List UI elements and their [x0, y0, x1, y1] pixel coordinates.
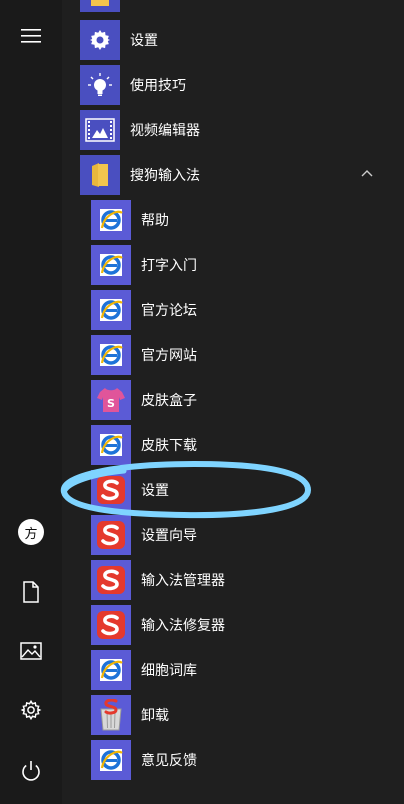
start-left-rail: 方: [0, 0, 62, 804]
app-setup-wizard[interactable]: 设置向导: [62, 512, 404, 557]
ie-icon: [91, 334, 131, 375]
app-label: 打字入门: [141, 257, 197, 274]
folder-sogou-input[interactable]: 搜狗输入法: [62, 152, 404, 197]
settings-button[interactable]: [0, 686, 62, 734]
app-help[interactable]: 帮助: [62, 197, 404, 242]
picture-icon: [20, 642, 42, 660]
app-label: 输入法修复器: [141, 617, 225, 634]
ie-icon: [91, 739, 131, 780]
folder-tile-partial: [80, 0, 120, 12]
app-label: 搜狗输入法: [130, 167, 200, 184]
app-skin-download[interactable]: 皮肤下载: [62, 422, 404, 467]
app-label: 意见反馈: [141, 752, 197, 769]
sogou-icon: [91, 469, 131, 510]
app-label: 细胞词库: [141, 662, 197, 679]
svg-text:S: S: [107, 397, 115, 410]
app-label: 视频编辑器: [130, 122, 200, 139]
app-website[interactable]: 官方网站: [62, 332, 404, 377]
gear-tile-icon: [80, 19, 120, 60]
folder-icon: [91, 0, 109, 6]
app-label: 输入法管理器: [141, 572, 225, 589]
app-forum[interactable]: 官方论坛: [62, 287, 404, 332]
app-feedback[interactable]: 意见反馈: [62, 737, 404, 782]
app-video-editor[interactable]: 视频编辑器: [62, 107, 404, 152]
app-ime-manager[interactable]: 输入法管理器: [62, 557, 404, 602]
app-label: 皮肤下载: [141, 437, 197, 454]
app-settings[interactable]: 设置: [62, 17, 404, 62]
documents-button[interactable]: [0, 568, 62, 616]
app-label: 帮助: [141, 212, 169, 229]
app-label: 官方论坛: [141, 302, 197, 319]
app-skin-box[interactable]: S 皮肤盒子: [62, 377, 404, 422]
lightbulb-icon: [80, 64, 120, 105]
gear-icon: [20, 699, 42, 721]
hamburger-menu-icon[interactable]: [0, 12, 62, 60]
sogou-icon: [91, 604, 131, 645]
app-typing-intro[interactable]: 打字入门: [62, 242, 404, 287]
app-label: 设置: [130, 32, 158, 49]
sogou-icon: [91, 559, 131, 600]
app-label: 设置向导: [141, 527, 197, 544]
chevron-up-icon[interactable]: [360, 167, 374, 181]
video-editor-icon: [80, 109, 120, 150]
app-label: 使用技巧: [130, 77, 186, 94]
ie-icon: [91, 289, 131, 330]
ie-icon: [91, 199, 131, 240]
app-label: 皮肤盒子: [141, 392, 197, 409]
app-list: 设置 使用技巧 视频编辑器 搜狗输入法 帮助 打字入门 官方论坛 官方网站 S …: [62, 0, 404, 804]
app-label: 卸载: [141, 707, 169, 724]
document-icon: [23, 581, 39, 603]
ie-icon: [91, 649, 131, 690]
user-avatar-text: 方: [24, 526, 38, 542]
app-sogou-settings[interactable]: 设置: [62, 467, 404, 512]
user-avatar[interactable]: 方: [0, 508, 62, 556]
power-button[interactable]: [0, 747, 62, 795]
power-icon: [22, 761, 40, 781]
ie-icon: [91, 424, 131, 465]
sogou-icon: [91, 514, 131, 555]
pictures-button[interactable]: [0, 627, 62, 675]
user-avatar-icon: 方: [18, 519, 44, 545]
app-label: 设置: [141, 482, 169, 499]
app-uninstall[interactable]: 卸载: [62, 692, 404, 737]
uninstall-icon: [91, 694, 131, 735]
skin-box-icon: S: [91, 379, 131, 420]
app-label: 官方网站: [141, 347, 197, 364]
app-cell-dictionary[interactable]: 细胞词库: [62, 647, 404, 692]
folder-icon: [80, 154, 120, 195]
ie-icon: [91, 244, 131, 285]
app-tips[interactable]: 使用技巧: [62, 62, 404, 107]
app-ime-repair[interactable]: 输入法修复器: [62, 602, 404, 647]
